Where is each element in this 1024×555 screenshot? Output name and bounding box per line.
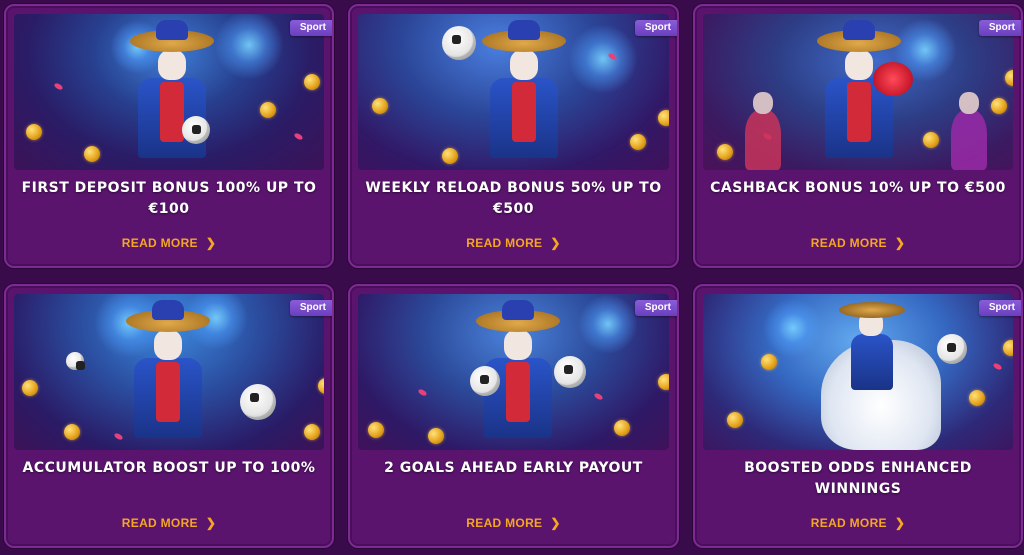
football-icon: [470, 366, 500, 396]
petal-decoration: [593, 392, 604, 401]
petal-decoration: [417, 388, 428, 397]
promo-title: ACCUMULATOR BOOST UP TO 100%: [22, 460, 316, 476]
coin-decoration: [630, 134, 646, 150]
firework-decoration: [578, 294, 638, 354]
promo-card-boosted-odds[interactable]: Sport BOOSTED ODDS ENHANCED WINNINGS REA…: [693, 284, 1023, 548]
coin-decoration: [761, 354, 777, 370]
coin-decoration: [304, 74, 320, 90]
promo-banner-image: [703, 294, 1013, 450]
coin-decoration: [658, 374, 669, 390]
read-more-link[interactable]: READ MORE ❯: [695, 516, 1021, 530]
coin-decoration: [260, 102, 276, 118]
promo-card-first-deposit[interactable]: Sport FIRST DEPOSIT BONUS 100% UP TO €10…: [4, 4, 334, 268]
promo-card-2-goals-ahead[interactable]: Sport 2 GOALS AHEAD EARLY PAYOUT READ MO…: [348, 284, 679, 548]
coin-decoration: [923, 132, 939, 148]
promo-title: BOOSTED ODDS ENHANCED WINNINGS: [744, 460, 972, 497]
chevron-right-icon: ❯: [205, 236, 217, 250]
rider-figure: [837, 294, 907, 414]
read-more-label: READ MORE: [121, 516, 198, 530]
promotions-grid: Sport FIRST DEPOSIT BONUS 100% UP TO €10…: [4, 4, 1023, 548]
petal-decoration: [992, 362, 1003, 371]
promo-title: WEEKLY RELOAD BONUS 50% UP TO €500: [365, 180, 662, 217]
coin-decoration: [26, 124, 42, 140]
mariachi-figure: [811, 20, 907, 170]
coin-decoration: [1005, 70, 1013, 86]
coin-decoration: [372, 98, 388, 114]
promo-banner-image: [14, 14, 324, 170]
coin-decoration: [368, 422, 384, 438]
football-icon: [554, 356, 586, 388]
coin-decoration: [318, 378, 324, 394]
promo-banner-image: [14, 294, 324, 450]
coin-decoration: [84, 146, 100, 162]
read-more-link[interactable]: READ MORE ❯: [350, 516, 677, 530]
firework-decoration: [568, 24, 638, 94]
read-more-label: READ MORE: [466, 516, 543, 530]
promo-title: CASHBACK BONUS 10% UP TO €500: [710, 180, 1006, 196]
mariachi-figure: [124, 20, 220, 170]
read-more-link[interactable]: READ MORE ❯: [6, 516, 332, 530]
football-icon: [240, 384, 276, 420]
roses-bouquet: [873, 62, 913, 96]
coin-decoration: [614, 420, 630, 436]
read-more-label: READ MORE: [810, 516, 887, 530]
category-badge: Sport: [634, 20, 677, 36]
category-badge: Sport: [634, 300, 677, 316]
firework-decoration: [214, 14, 284, 80]
promo-banner-image: [358, 14, 669, 170]
coin-decoration: [717, 144, 733, 160]
chevron-right-icon: ❯: [550, 236, 561, 250]
promo-card-cashback[interactable]: Sport CASHBACK BONUS 10% UP TO €500 READ…: [693, 4, 1023, 268]
football-icon: [182, 116, 210, 144]
chevron-right-icon: ❯: [894, 516, 906, 530]
coin-decoration: [442, 148, 458, 164]
coin-decoration: [304, 424, 320, 440]
mariachi-figure: [120, 300, 216, 450]
chevron-right-icon: ❯: [205, 516, 217, 530]
promo-banner-image: [358, 294, 669, 450]
petal-decoration: [53, 82, 64, 91]
promo-title: FIRST DEPOSIT BONUS 100% UP TO €100: [21, 180, 317, 217]
dancer-figure: [733, 70, 793, 170]
read-more-link[interactable]: READ MORE ❯: [695, 236, 1021, 250]
promo-card-accumulator[interactable]: Sport ACCUMULATOR BOOST UP TO 100% READ …: [4, 284, 334, 548]
dancer-figure: [939, 70, 999, 170]
category-badge: Sport: [978, 300, 1021, 316]
football-icon: [937, 334, 967, 364]
category-badge: Sport: [289, 20, 332, 36]
promo-title: 2 GOALS AHEAD EARLY PAYOUT: [384, 460, 643, 476]
coin-decoration: [727, 412, 743, 428]
petal-decoration: [293, 132, 304, 141]
promo-card-weekly-reload[interactable]: Sport WEEKLY RELOAD BONUS 50% UP TO €500…: [348, 4, 679, 268]
category-badge: Sport: [289, 300, 332, 316]
coin-decoration: [658, 110, 669, 126]
coin-decoration: [428, 428, 444, 444]
promo-banner-image: [703, 14, 1013, 170]
chevron-right-icon: ❯: [550, 516, 561, 530]
read-more-link[interactable]: READ MORE ❯: [350, 236, 677, 250]
read-more-label: READ MORE: [121, 236, 198, 250]
read-more-label: READ MORE: [810, 236, 887, 250]
coin-decoration: [64, 424, 80, 440]
coin-decoration: [1003, 340, 1013, 356]
firework-decoration: [763, 298, 823, 358]
football-icon: [442, 26, 476, 60]
coin-decoration: [22, 380, 38, 396]
read-more-label: READ MORE: [466, 236, 543, 250]
chevron-right-icon: ❯: [894, 236, 906, 250]
read-more-link[interactable]: READ MORE ❯: [6, 236, 332, 250]
football-icon: [66, 352, 85, 370]
mariachi-figure: [476, 20, 572, 170]
coin-decoration: [969, 390, 985, 406]
category-badge: Sport: [978, 20, 1021, 36]
